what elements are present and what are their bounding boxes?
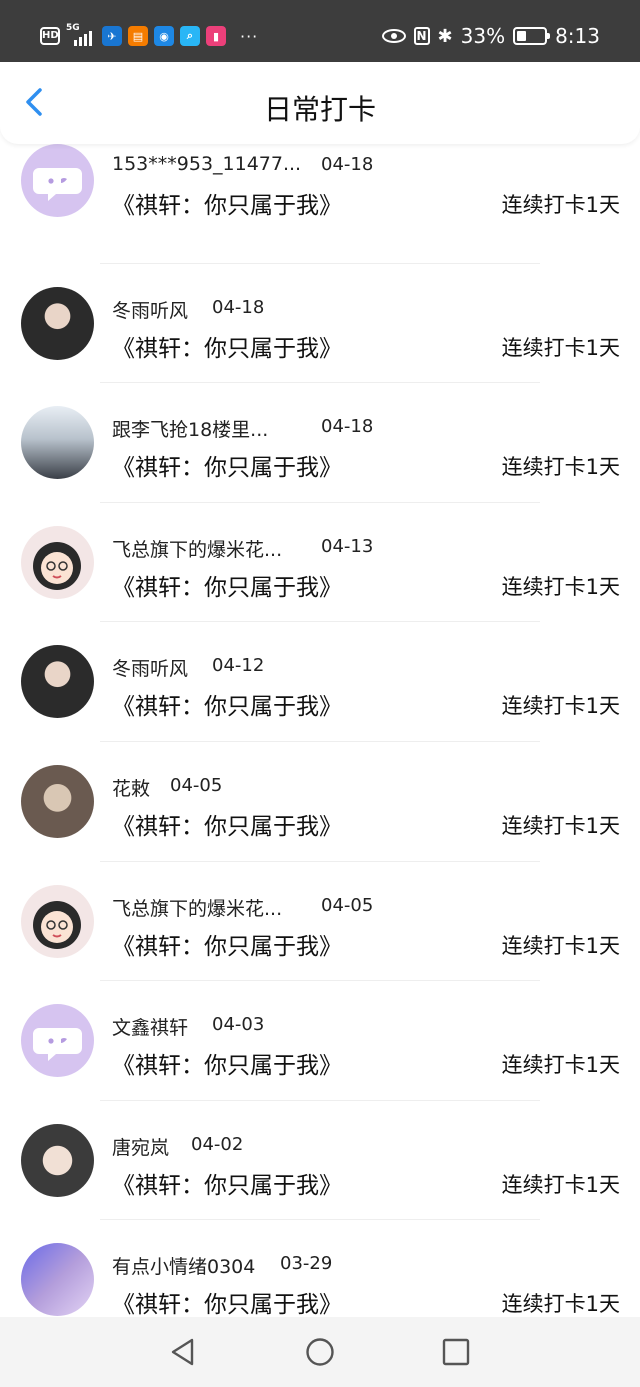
user-name: 飞总旗下的爆米花...: [112, 538, 283, 561]
search-app-icon: ⌕: [180, 26, 200, 46]
status-right: N ✱ 33% 8:13: [381, 22, 600, 50]
list-item[interactable]: 文鑫祺轩 04-03 《祺轩：你只属于我》 连续打卡1天: [0, 981, 640, 1101]
eye-comfort-icon: [381, 29, 406, 43]
system-nav-bar: [0, 1317, 640, 1387]
status-left: HD 5G ✈ ▤ ◉ ⌕ ▮ ···: [40, 22, 258, 50]
bluetooth-icon: ✱: [437, 25, 453, 47]
book-app-icon: ▤: [128, 26, 148, 46]
page-title: 日常打卡: [263, 93, 376, 126]
list-item[interactable]: 冬雨听风 04-12 《祺轩：你只属于我》 连续打卡1天: [0, 622, 640, 742]
clock: 8:13: [555, 24, 600, 48]
circle-home-icon: [306, 1338, 334, 1366]
user-name: 飞总旗下的爆米花...: [112, 897, 283, 920]
avatar[interactable]: [21, 645, 94, 719]
more-notifications-icon: ···: [240, 26, 259, 46]
list-item[interactable]: 飞总旗下的爆米花... 04-13 《祺轩：你只属于我》 连续打卡1天: [0, 503, 640, 623]
bulb-app-icon: ◉: [154, 26, 174, 46]
streak-label: 连续打卡1天: [501, 1292, 620, 1317]
status-bar: HD 5G ✈ ▤ ◉ ⌕ ▮ ··· N ✱ 33% 8:13: [0, 0, 640, 62]
checkin-date: 03-29: [280, 1253, 333, 1275]
checkin-date: 04-03: [212, 1014, 265, 1036]
streak-label: 连续打卡1天: [501, 1053, 620, 1078]
streak-label: 连续打卡1天: [501, 1172, 620, 1197]
book-title: 《祺轩：你只属于我》: [112, 1172, 342, 1199]
book-title: 《祺轩：你只属于我》: [112, 813, 342, 840]
list-item[interactable]: 冬雨听风 04-18 《祺轩：你只属于我》 连续打卡1天: [0, 264, 640, 384]
battery-icon: [513, 27, 551, 45]
checkin-date: 04-02: [191, 1133, 244, 1155]
avatar[interactable]: [21, 1123, 94, 1197]
avatar[interactable]: [21, 144, 94, 217]
avatar[interactable]: [21, 525, 94, 599]
list-item[interactable]: 唐宛岚 04-02 《祺轩：你只属于我》 连续打卡1天: [0, 1101, 640, 1221]
book-title: 《祺轩：你只属于我》: [112, 193, 342, 219]
streak-label: 连续打卡1天: [501, 455, 620, 480]
battery-percent: 33%: [460, 24, 506, 48]
chat-bubble-icon: [33, 1028, 82, 1062]
book-title: 《祺轩：你只属于我》: [112, 1292, 342, 1319]
user-name: 冬雨听风: [112, 658, 189, 681]
list-item[interactable]: 跟李飞抢18楼里... 04-18 《祺轩：你只属于我》 连续打卡1天: [0, 383, 640, 503]
streak-label: 连续打卡1天: [501, 193, 620, 217]
avatar[interactable]: [21, 884, 94, 958]
book-title: 《祺轩：你只属于我》: [112, 933, 342, 960]
streak-label: 连续打卡1天: [501, 694, 620, 719]
avatar[interactable]: [21, 1243, 94, 1317]
checkin-date: 04-05: [170, 774, 223, 796]
book-title: 《祺轩：你只属于我》: [112, 574, 342, 601]
chat-bubble-icon: [33, 168, 82, 201]
checkin-date: 04-18: [321, 154, 374, 175]
list-item[interactable]: 153***953_11477... 04-18 《祺轩：你只属于我》 连续打卡…: [0, 144, 640, 264]
list-item[interactable]: 飞总旗下的爆米花... 04-05 《祺轩：你只属于我》 连续打卡1天: [0, 862, 640, 982]
user-name: 文鑫祺轩: [112, 1017, 189, 1040]
user-name: 花敕: [112, 777, 151, 800]
streak-label: 连续打卡1天: [501, 574, 620, 599]
nav-back-button[interactable]: [168, 1337, 198, 1367]
signal-icon: 5G: [66, 23, 96, 48]
avatar[interactable]: [21, 1004, 94, 1078]
checkin-date: 04-12: [212, 655, 265, 677]
user-name: 唐宛岚: [112, 1136, 170, 1159]
store-app-icon: ▮: [206, 26, 226, 46]
streak-label: 连续打卡1天: [501, 933, 620, 958]
user-name: 153***953_11477...: [112, 153, 302, 175]
cartoon-girl-icon: [33, 541, 81, 590]
checkin-list: 153***953_11477... 04-18 《祺轩：你只属于我》 连续打卡…: [0, 144, 640, 1340]
nav-home-button[interactable]: [305, 1337, 335, 1367]
avatar[interactable]: [21, 406, 94, 480]
square-recents-icon: [442, 1338, 470, 1366]
user-name: 有点小情绪0304: [112, 1256, 256, 1279]
checkin-date: 04-13: [321, 535, 374, 557]
checkin-date: 04-18: [321, 416, 374, 438]
nfc-icon: N: [413, 27, 430, 45]
hd-icon: HD: [40, 27, 60, 45]
nav-recents-button[interactable]: [441, 1337, 471, 1367]
book-title: 《祺轩：你只属于我》: [112, 335, 342, 362]
list-item[interactable]: 花敕 04-05 《祺轩：你只属于我》 连续打卡1天: [0, 742, 640, 862]
user-name: 跟李飞抢18楼里...: [112, 419, 269, 442]
user-name: 冬雨听风: [112, 299, 189, 322]
triangle-back-icon: [171, 1338, 194, 1366]
cartoon-girl-icon: [33, 900, 81, 949]
checkin-date: 04-18: [212, 296, 265, 318]
streak-label: 连续打卡1天: [501, 813, 620, 838]
app-notification-icon: ✈: [102, 26, 122, 46]
book-title: 《祺轩：你只属于我》: [112, 1053, 342, 1080]
header: 日常打卡: [0, 62, 640, 144]
streak-label: 连续打卡1天: [501, 335, 620, 360]
book-title: 《祺轩：你只属于我》: [112, 694, 342, 721]
avatar[interactable]: [21, 286, 94, 360]
book-title: 《祺轩：你只属于我》: [112, 455, 342, 482]
checkin-date: 04-05: [321, 894, 374, 916]
avatar[interactable]: [21, 764, 94, 838]
